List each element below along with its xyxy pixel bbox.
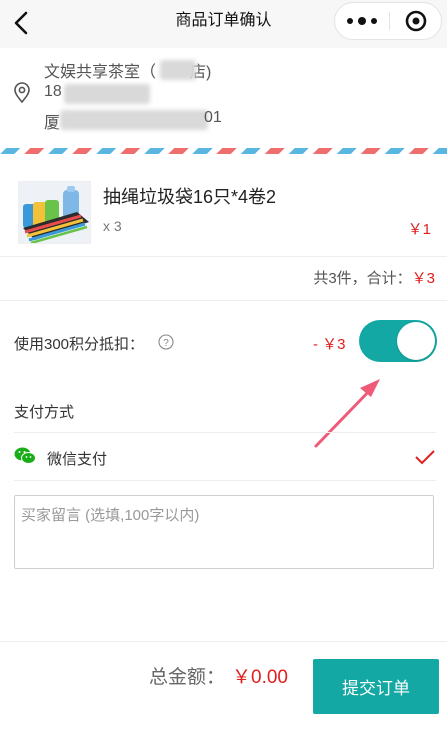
redaction xyxy=(160,60,196,80)
wechat-pay-icon xyxy=(14,447,36,464)
footer-divider xyxy=(0,641,447,642)
delivery-address: 厦 xyxy=(44,109,60,133)
more-button[interactable] xyxy=(335,3,389,39)
payment-method-title: 支付方式 xyxy=(14,404,75,421)
mini-program-capsule xyxy=(334,2,442,40)
store-name-prefix: 文娱共享茶室（ xyxy=(44,64,157,81)
mini-program-close-icon xyxy=(405,10,427,32)
payment-method-name: 微信支付 xyxy=(47,451,108,468)
divider xyxy=(0,300,447,301)
address-suffix: 01 xyxy=(204,109,222,126)
question-circle-icon[interactable]: ? xyxy=(158,334,174,350)
order-summary: 共3件，合计：￥3 xyxy=(313,267,435,288)
product-quantity: x 3 xyxy=(103,218,122,234)
total-amount-value: ￥0.00 xyxy=(232,667,288,688)
divider xyxy=(14,480,436,481)
product-name[interactable]: 抽绳垃圾袋16只*4卷2 xyxy=(103,183,276,209)
svg-text:?: ? xyxy=(163,338,169,349)
phone-prefix: 18 xyxy=(44,83,62,100)
more-dots-icon xyxy=(347,17,377,25)
garbage-bag-rolls-image xyxy=(19,182,90,243)
contact-phone: 18 xyxy=(44,83,62,101)
back-button[interactable] xyxy=(8,8,38,38)
summary-amount: ￥3 xyxy=(411,270,435,287)
total-amount-label: 总金额： xyxy=(149,667,226,688)
divider xyxy=(14,432,436,433)
submit-order-button[interactable]: 提交订单 xyxy=(313,659,439,714)
chevron-left-icon xyxy=(14,11,28,35)
airmail-border xyxy=(0,148,447,154)
product-price: ￥1 xyxy=(407,221,431,238)
points-deduction-amount: - ￥3 xyxy=(313,336,346,353)
location-pin-icon xyxy=(14,82,30,104)
address-prefix: 厦 xyxy=(44,115,61,132)
divider xyxy=(0,256,447,257)
payment-option-wechat[interactable]: 微信支付 xyxy=(14,434,436,480)
toggle-knob xyxy=(397,322,435,360)
summary-label: 共3件，合计： xyxy=(313,270,412,287)
nav-bar: 商品订单确认 xyxy=(0,0,447,48)
points-deduction-label: 使用300积分抵扣： xyxy=(14,336,145,353)
close-mini-program-button[interactable] xyxy=(390,3,442,39)
redaction xyxy=(60,110,208,130)
redaction xyxy=(64,84,150,104)
buyer-message-input[interactable] xyxy=(14,495,434,569)
check-icon xyxy=(415,450,435,465)
points-toggle[interactable] xyxy=(359,320,437,362)
product-thumbnail xyxy=(18,181,91,244)
